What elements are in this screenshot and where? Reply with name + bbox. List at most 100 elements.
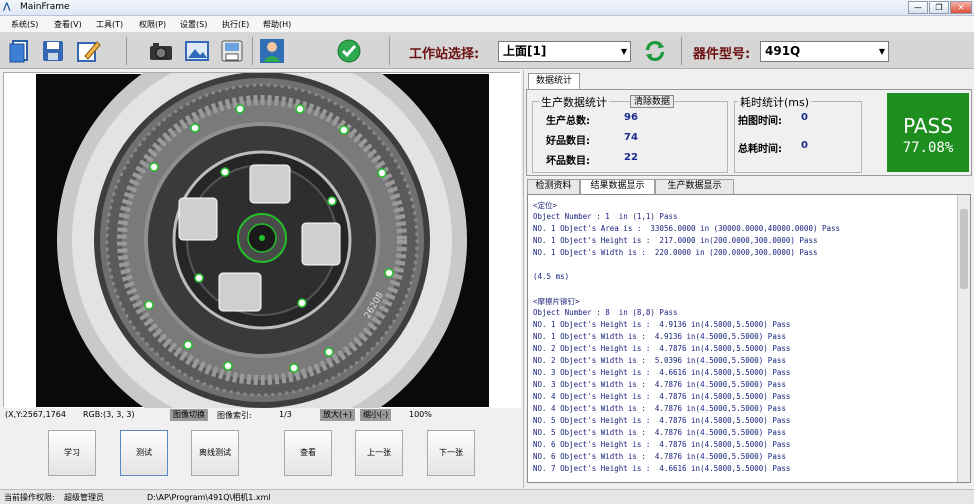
log-line: NO. 2 Object's Height is : 4.7876 in(4.5… bbox=[533, 344, 791, 353]
close-button[interactable]: ✕ bbox=[950, 1, 972, 14]
menu-settings[interactable]: 设置(S) bbox=[180, 19, 207, 30]
save-image-icon[interactable] bbox=[219, 38, 245, 64]
result-log-text[interactable]: <定位> Object Number : 1 in (1,1) Pass NO.… bbox=[527, 194, 971, 483]
toolbar-separator bbox=[389, 37, 390, 65]
panel-divider bbox=[523, 70, 524, 488]
device-model-select[interactable]: 491Q ▼ bbox=[760, 41, 889, 62]
permission-label: 当前操作权限: bbox=[4, 493, 55, 502]
log-line: NO. 4 Object's Width is : 4.7876 in(4.50… bbox=[533, 404, 786, 413]
capture-time-value: 0 bbox=[801, 112, 808, 123]
maximize-button[interactable]: ❐ bbox=[929, 1, 949, 14]
log-scrollbar[interactable] bbox=[957, 195, 970, 482]
cursor-coordinates: (X,Y:2567,1764 bbox=[5, 410, 66, 419]
log-line: NO. 1 Object's Height is : 4.9136 in(4.5… bbox=[533, 320, 791, 329]
test-button[interactable]: 测试 bbox=[120, 430, 168, 476]
clear-data-button[interactable]: 清除数据 bbox=[630, 95, 675, 108]
log-line: NO. 1 Object's Area is : 33056.0000 in (… bbox=[533, 224, 841, 233]
good-count-label: 好品数目: bbox=[546, 136, 590, 147]
log-line: NO. 6 Object's Width is : 4.7876 in(4.50… bbox=[533, 452, 786, 461]
log-line: NO. 3 Object's Height is : 4.6616 in(4.5… bbox=[533, 368, 791, 377]
log-line: Object Number : 1 in (1,1) Pass bbox=[533, 212, 678, 221]
scrollbar-thumb[interactable] bbox=[960, 209, 968, 289]
pass-result-box: PASS 77.08% bbox=[887, 93, 969, 172]
total-count-label: 生产总数: bbox=[546, 116, 590, 127]
log-line: NO. 7 Object's Height is : 4.6616 in(4.5… bbox=[533, 464, 791, 473]
production-stats-title: 生产数据统计 bbox=[539, 94, 609, 110]
menu-bar: 系统(S) 查看(V) 工具(T) 权限(P) 设置(S) 执行(E) 帮助(H… bbox=[0, 16, 974, 33]
total-count-value: 96 bbox=[624, 112, 638, 123]
clutch-disc-image: 26208 bbox=[4, 73, 521, 408]
permission-value: 超级管理员 bbox=[64, 493, 104, 502]
learn-button[interactable]: 学习 bbox=[48, 430, 96, 476]
confirm-check-icon[interactable] bbox=[336, 38, 362, 64]
log-line: Object Number : 8 in (8,8) Pass bbox=[533, 308, 678, 317]
image-switch-button[interactable]: 图像切换 bbox=[170, 409, 208, 421]
chevron-down-icon: ▼ bbox=[878, 47, 885, 56]
toolbar-separator bbox=[681, 37, 682, 65]
good-count-value: 74 bbox=[624, 132, 638, 143]
log-line: NO. 4 Object's Height is : 4.7876 in(4.5… bbox=[533, 392, 791, 401]
view-button[interactable]: 查看 bbox=[284, 430, 332, 476]
log-line: NO. 3 Object's Width is : 4.7876 in(4.50… bbox=[533, 380, 786, 389]
workstation-label: 工作站选择: bbox=[409, 47, 480, 62]
log-line: NO. 1 Object's Width is : 4.9136 in(4.50… bbox=[533, 332, 786, 341]
toolbar-separator bbox=[252, 37, 253, 65]
bad-count-value: 22 bbox=[624, 152, 638, 163]
offline-test-button[interactable]: 离线测试 bbox=[191, 430, 239, 476]
tab-inspection-info[interactable]: 检测资料 bbox=[527, 179, 580, 195]
device-model-label: 器件型号: bbox=[693, 47, 751, 62]
tab-result-display[interactable]: 结果数据显示 bbox=[580, 179, 655, 195]
workstation-select[interactable]: 上面[1] ▼ bbox=[498, 41, 631, 62]
toolbar: 工作站选择: 上面[1] ▼ 器件型号: 491Q ▼ bbox=[0, 33, 974, 69]
save-icon[interactable] bbox=[40, 38, 66, 64]
capture-time-label: 拍图时间: bbox=[738, 116, 782, 127]
previous-image-button[interactable]: 上一张 bbox=[355, 430, 403, 476]
menu-help[interactable]: 帮助(H) bbox=[263, 19, 291, 30]
window-title: MainFrame bbox=[20, 2, 70, 12]
minimize-button[interactable]: — bbox=[908, 1, 928, 14]
log-line: NO. 5 Object's Width is : 4.7876 in(4.50… bbox=[533, 428, 786, 437]
bad-count-label: 坏品数目: bbox=[546, 156, 590, 167]
log-line: (4.5 ms) bbox=[533, 272, 570, 281]
menu-tools[interactable]: 工具(T) bbox=[96, 19, 123, 30]
zoom-level: 100% bbox=[409, 410, 432, 419]
time-stats-title: 耗时统计(ms) bbox=[738, 94, 812, 110]
app-icon: ⋀ bbox=[3, 2, 11, 12]
next-image-button[interactable]: 下一张 bbox=[427, 430, 475, 476]
tab-production-display[interactable]: 生产数据显示 bbox=[655, 179, 734, 195]
workstation-value: 上面[1] bbox=[503, 44, 547, 58]
menu-system[interactable]: 系统(S) bbox=[11, 19, 38, 30]
image-index-value: 1/3 bbox=[279, 410, 292, 419]
log-line: NO. 6 Object's Height is : 4.7876 in(4.5… bbox=[533, 440, 791, 449]
camera-icon[interactable] bbox=[148, 38, 174, 64]
log-line: <摩擦片铆钉> bbox=[533, 297, 580, 306]
zoom-in-button[interactable]: 放大(+) bbox=[320, 409, 355, 421]
edit-icon[interactable] bbox=[75, 38, 101, 64]
time-stats-group: 耗时统计(ms) 拍图时间: 0 总耗时间: 0 bbox=[734, 94, 862, 173]
menu-view[interactable]: 查看(V) bbox=[54, 19, 82, 30]
pixel-rgb: RGB:(3, 3, 3) bbox=[83, 410, 135, 419]
title-bar: ⋀ MainFrame — ❐ ✕ bbox=[0, 0, 974, 16]
image-status-bar: (X,Y:2567,1764 RGB:(3, 3, 3) 图像切换 图像索引: … bbox=[3, 408, 520, 422]
status-bar: 当前操作权限: 超级管理员 D:\AP\Program\491Q\相机1.xml bbox=[0, 489, 974, 504]
total-time-label: 总耗时间: bbox=[738, 144, 782, 155]
image-view-panel[interactable]: 26208 bbox=[3, 72, 521, 408]
tab-statistics[interactable]: 数据统计 bbox=[528, 73, 580, 89]
log-line: NO. 1 Object's Height is : 217.0000 in(2… bbox=[533, 236, 818, 245]
image-icon[interactable] bbox=[184, 38, 210, 64]
log-line: NO. 5 Object's Height is : 4.7876 in(4.5… bbox=[533, 416, 791, 425]
total-time-value: 0 bbox=[801, 140, 808, 151]
menu-permissions[interactable]: 权限(P) bbox=[139, 19, 166, 30]
config-file-path: D:\AP\Program\491Q\相机1.xml bbox=[147, 493, 271, 502]
menu-execute[interactable]: 执行(E) bbox=[222, 19, 249, 30]
pass-rate: 77.08% bbox=[902, 140, 954, 156]
log-line: NO. 1 Object's Width is : 220.0000 in (2… bbox=[533, 248, 818, 257]
production-stats-group: 生产数据统计 清除数据 生产总数: 96 好品数目: 74 坏品数目: 22 bbox=[532, 94, 728, 173]
chevron-down-icon: ▼ bbox=[620, 47, 627, 56]
zoom-out-button[interactable]: 缩小(-) bbox=[360, 409, 392, 421]
log-line: NO. 2 Object's Width is : 5.0396 in(4.50… bbox=[533, 356, 786, 365]
log-line: <定位> bbox=[533, 201, 558, 210]
refresh-icon[interactable] bbox=[643, 39, 667, 63]
user-icon[interactable] bbox=[259, 38, 285, 64]
new-file-icon[interactable] bbox=[7, 38, 33, 64]
